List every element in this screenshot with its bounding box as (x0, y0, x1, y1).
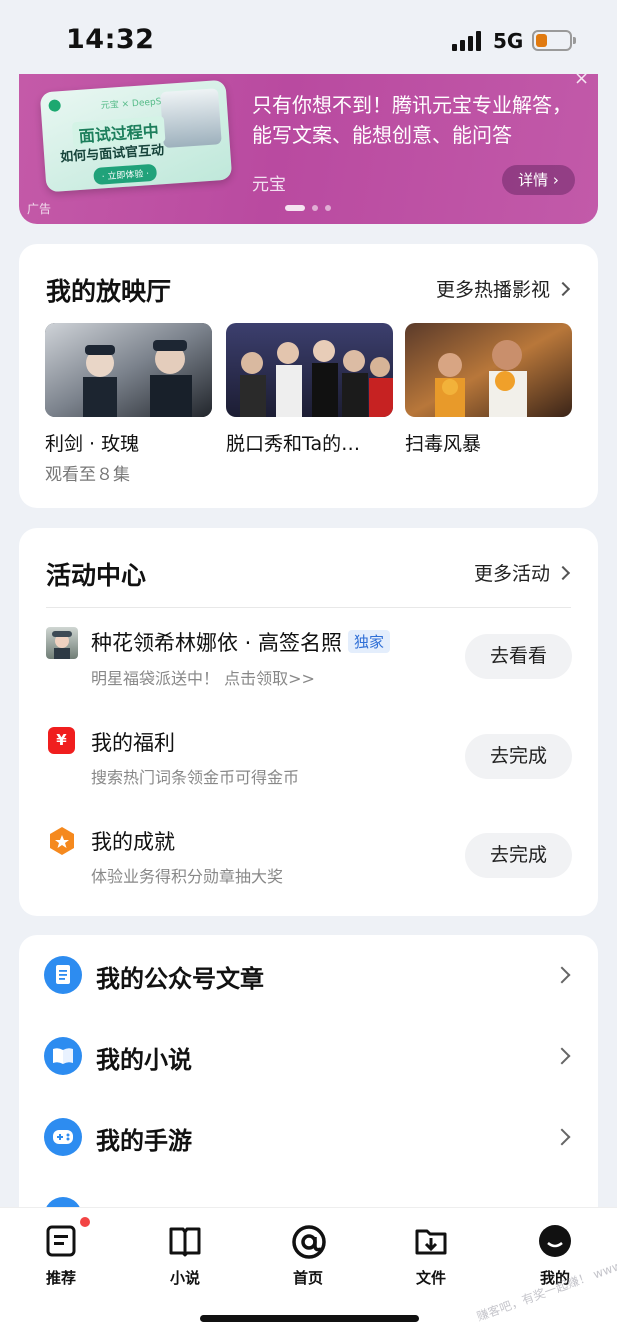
gamepad-icon (44, 1118, 82, 1156)
activity-item-title: 我的成就 (91, 830, 175, 854)
medal-icon (47, 826, 77, 856)
ad-card-photo (160, 88, 222, 149)
close-icon[interactable]: × (574, 74, 589, 89)
tab-label: 推荐 (45, 1269, 76, 1287)
yuan-icon: ¥ (48, 727, 75, 754)
go-complete-button[interactable]: 去完成 (465, 833, 572, 878)
battery-icon (532, 30, 572, 51)
open-book-icon (168, 1224, 202, 1258)
yuanbao-logo-icon (48, 99, 62, 113)
poster-title: 扫毒风暴 (405, 433, 482, 455)
chevron-right-icon (553, 1047, 571, 1065)
home-indicator (200, 1315, 419, 1322)
theater-more-link[interactable]: 更多热播影视 (435, 275, 571, 302)
chevron-right-icon (555, 565, 571, 581)
my-content-list: 我的公众号文章 我的小说 我的手游 我的小游戏 (19, 935, 598, 1235)
activity-item-title: 我的福利 (91, 731, 175, 755)
battery-cap (573, 37, 576, 44)
ad-banner[interactable]: 元宝 × DeepSeek 面试过程中 如何与面试官互动 · 立即体验 · 只有… (19, 74, 598, 224)
poster-art (405, 323, 572, 417)
tab-files[interactable]: 文件 (391, 1224, 471, 1288)
chevron-right-icon (553, 1128, 571, 1146)
poster-lijian-meigui[interactable] (45, 323, 212, 417)
status-bar: 14:32 5G (0, 0, 617, 74)
document-icon (44, 1224, 78, 1258)
list-item-label: 我的手游 (96, 1127, 192, 1155)
activity-item-subtitle: 搜索热门词条领金币可得金币 (91, 768, 300, 787)
theater-card: 我的放映厅 更多热播影视 利剑 · 玫瑰 观看至８集 脱口秀和Ta的… 扫毒风暴 (19, 244, 598, 508)
activity-item-title: 种花领希林娜依 · 高签名照 独家 (91, 627, 391, 657)
go-look-button[interactable]: 去看看 (465, 634, 572, 679)
at-sign-icon (291, 1224, 326, 1259)
poster-title: 利剑 · 玫瑰 (45, 433, 140, 455)
profile-icon (538, 1224, 572, 1258)
poster-progress: 观看至８集 (45, 465, 130, 485)
chevron-right-icon (553, 966, 571, 984)
status-time: 14:32 (66, 24, 155, 55)
poster-art (226, 323, 393, 417)
list-item-label: 我的公众号文章 (96, 965, 264, 993)
divider (46, 607, 571, 608)
list-item-label: 我的小说 (96, 1046, 192, 1074)
book-icon (44, 1037, 82, 1075)
poster-title: 脱口秀和Ta的… (226, 433, 361, 455)
tab-novels[interactable]: 小说 (145, 1224, 225, 1288)
poster-saodu-fengbao[interactable] (405, 323, 572, 417)
article-icon (44, 956, 82, 994)
tab-label: 小说 (169, 1269, 200, 1287)
poster-art (45, 323, 212, 417)
ad-headline: 只有你想不到！腾讯元宝专业解答，能写文案、能想创意、能问答 (252, 93, 572, 147)
notification-dot (80, 1217, 90, 1227)
ad-detail-button[interactable]: 详情 › (502, 165, 575, 195)
poster-tuokouxiu[interactable] (226, 323, 393, 417)
tab-label: 首页 (292, 1269, 323, 1287)
theater-more-label: 更多热播影视 (435, 279, 550, 301)
tab-recommend[interactable]: 推荐 (21, 1224, 101, 1288)
avatar-icon (46, 627, 78, 659)
activity-more-link[interactable]: 更多活动 (473, 559, 571, 586)
theater-title: 我的放映厅 (46, 277, 172, 306)
ad-brand: 元宝 (252, 175, 286, 195)
ad-card-image: 元宝 × DeepSeek 面试过程中 如何与面试官互动 · 立即体验 · (39, 79, 233, 193)
network-type: 5G (493, 29, 524, 53)
ad-label: 广告 (27, 202, 52, 216)
activity-more-label: 更多活动 (473, 563, 550, 585)
activity-item-title-text: 种花领希林娜依 · 高签名照 (91, 631, 343, 655)
activity-card: 活动中心 更多活动 种花领希林娜依 · 高签名照 独家 明星福袋派送中！ 点击领取… (19, 528, 598, 916)
chevron-right-icon (555, 281, 571, 297)
exclusive-badge: 独家 (348, 630, 391, 653)
cellular-signal-icon (452, 31, 484, 51)
activity-title: 活动中心 (46, 561, 147, 590)
bottom-tab-bar: 推荐 小说 首页 文件 我的 赚客吧，有奖一起赚！ www.zuanke8.co… (0, 1207, 617, 1334)
tab-home[interactable]: 首页 (268, 1224, 348, 1288)
folder-download-icon (414, 1224, 448, 1258)
ad-card-button: · 立即体验 · (93, 163, 158, 186)
go-complete-button[interactable]: 去完成 (465, 734, 572, 779)
tab-label: 文件 (415, 1269, 446, 1287)
activity-item-subtitle: 明星福袋派送中！ 点击领取>> (91, 669, 315, 688)
activity-item-subtitle: 体验业务得积分勋章抽大奖 (91, 867, 284, 886)
